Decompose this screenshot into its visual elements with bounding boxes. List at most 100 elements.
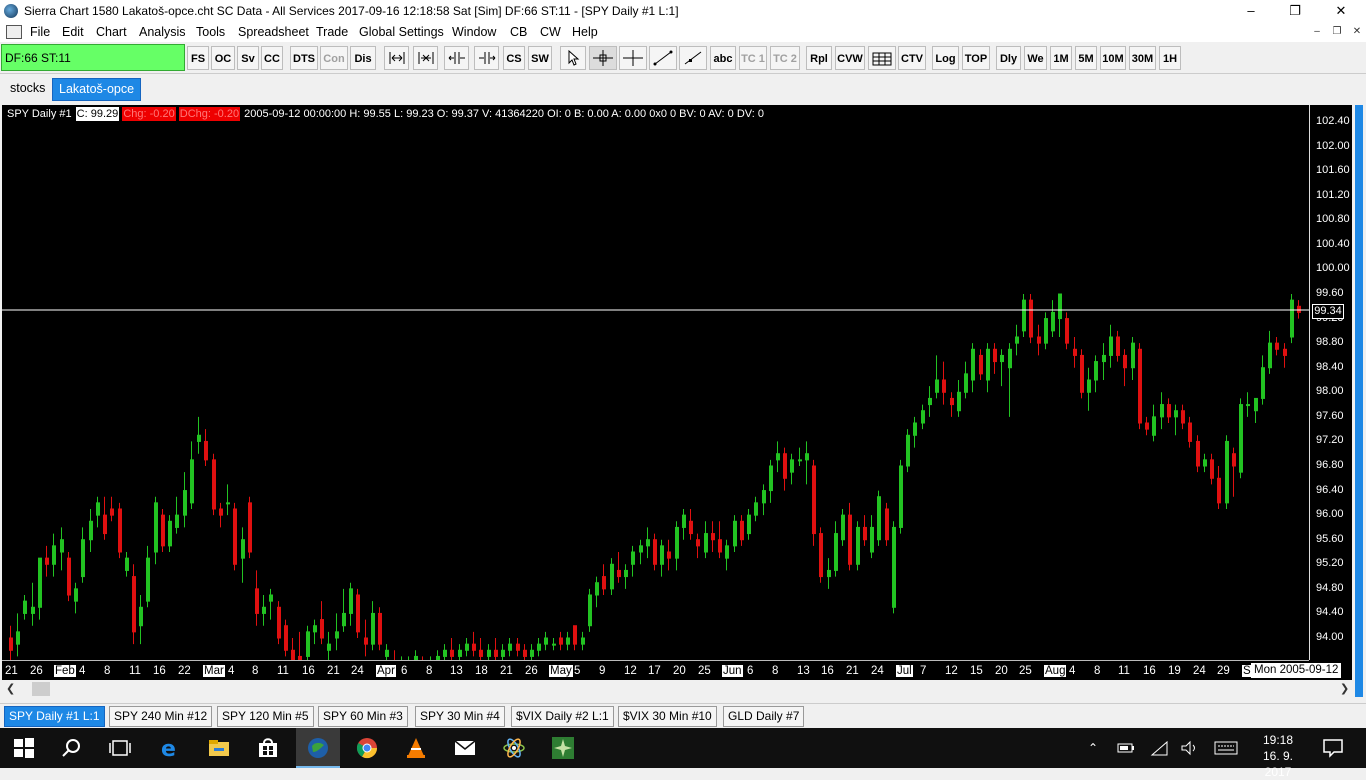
30m-button[interactable]: 30M bbox=[1129, 46, 1156, 70]
scroll-thumb[interactable] bbox=[32, 682, 50, 696]
menu-spreadsheet[interactable]: Spreadsheet bbox=[238, 25, 309, 39]
horizontal-scrollbar[interactable]: ❮ ❯ bbox=[2, 681, 1352, 697]
edge-browser-icon[interactable]: e bbox=[158, 736, 182, 760]
menu-chart[interactable]: Chart bbox=[96, 25, 127, 39]
trade-window-icon[interactable] bbox=[868, 46, 896, 70]
date-axis[interactable]: 21 26 Feb 4 8 11 16 22 Mar 4 8 11 16 21 24 Apr 6 8 13 18 21 2… bbox=[2, 660, 1309, 681]
top-button[interactable]: TOP bbox=[962, 46, 990, 70]
battery-icon[interactable] bbox=[1116, 740, 1136, 756]
show-hidden-icons-icon[interactable]: ⌃ bbox=[1088, 728, 1098, 768]
document-icon[interactable] bbox=[6, 25, 22, 39]
menu-analysis[interactable]: Analysis bbox=[139, 25, 186, 39]
ctv-button[interactable]: CTV bbox=[898, 46, 926, 70]
text-tool-button[interactable]: abc bbox=[710, 46, 736, 70]
vlc-icon[interactable] bbox=[404, 736, 428, 760]
volume-icon[interactable] bbox=[1180, 740, 1200, 756]
line-tool-icon[interactable] bbox=[649, 46, 677, 70]
mail-icon[interactable] bbox=[453, 736, 477, 760]
search-icon[interactable] bbox=[60, 736, 84, 760]
scroll-right-arrow-icon[interactable]: ❯ bbox=[1340, 682, 1349, 695]
file-explorer-icon[interactable] bbox=[207, 736, 231, 760]
keyboard-icon[interactable] bbox=[1214, 740, 1238, 756]
cvw-button[interactable]: CVW bbox=[835, 46, 865, 70]
tc2-button[interactable]: TC 2 bbox=[770, 46, 800, 70]
taskbar-clock[interactable]: 19:18 16. 9. 2017 bbox=[1248, 732, 1308, 780]
scroll-left-arrow-icon[interactable]: ❮ bbox=[6, 682, 15, 695]
chrome-icon[interactable] bbox=[355, 736, 379, 760]
zoom-in-icon[interactable] bbox=[413, 46, 438, 70]
ray-tool-icon[interactable] bbox=[679, 46, 707, 70]
chart-tabs: SPY Daily #1 L:1 SPY 240 Min #12 SPY 120… bbox=[0, 703, 1366, 727]
1h-button[interactable]: 1H bbox=[1159, 46, 1181, 70]
pointer-tool-icon[interactable] bbox=[560, 46, 586, 70]
scroll-left-icon[interactable] bbox=[444, 46, 469, 70]
daily-button[interactable]: Dly bbox=[996, 46, 1021, 70]
chart-tab-spy-daily[interactable]: SPY Daily #1 L:1 bbox=[4, 706, 105, 727]
menu-file[interactable]: File bbox=[30, 25, 50, 39]
sierra-chart-app-icon bbox=[4, 4, 18, 18]
minimize-button[interactable]: – bbox=[1228, 0, 1274, 22]
con-button[interactable]: Con bbox=[320, 46, 348, 70]
weekly-button[interactable]: We bbox=[1024, 46, 1047, 70]
dts-button[interactable]: DTS bbox=[290, 46, 318, 70]
cc-button[interactable]: CC bbox=[261, 46, 283, 70]
price-axis[interactable]: 102.40 102.00 101.60 101.20 100.80 100.40 100.… bbox=[1309, 105, 1353, 660]
chart-tab-spy-30[interactable]: SPY 30 Min #4 bbox=[415, 706, 505, 727]
menu-global-settings[interactable]: Global Settings bbox=[359, 25, 444, 39]
crosshair-tool-icon[interactable] bbox=[589, 46, 617, 70]
mdi-restore-button[interactable]: ❐ bbox=[1328, 24, 1346, 40]
5m-button[interactable]: 5M bbox=[1075, 46, 1097, 70]
menu-window[interactable]: Window bbox=[452, 25, 496, 39]
sw-button[interactable]: SW bbox=[528, 46, 552, 70]
sierra-chart-icon[interactable] bbox=[306, 736, 330, 760]
sv-button[interactable]: Sv bbox=[237, 46, 259, 70]
close-button[interactable]: ✕ bbox=[1318, 0, 1364, 22]
fs-button[interactable]: FS bbox=[187, 46, 209, 70]
mdi-minimize-button[interactable]: – bbox=[1308, 24, 1326, 40]
oc-button[interactable]: OC bbox=[211, 46, 235, 70]
wifi-icon[interactable] bbox=[1150, 740, 1170, 756]
menu-cb[interactable]: CB bbox=[510, 25, 527, 39]
date-axis-day-label: 21 bbox=[5, 665, 18, 677]
candlestick-chart[interactable] bbox=[2, 105, 1309, 660]
chart-tab-spy-60[interactable]: SPY 60 Min #3 bbox=[318, 706, 408, 727]
crosshair-simple-icon[interactable] bbox=[619, 46, 647, 70]
vertical-scrollbar[interactable] bbox=[1352, 105, 1366, 697]
chart-window[interactable]: SPY Daily #1 C: 99.29 Chg: -0.20 DChg: -… bbox=[2, 105, 1352, 680]
dis-button[interactable]: Dis bbox=[350, 46, 376, 70]
chart-tab-vix-daily[interactable]: $VIX Daily #2 L:1 bbox=[511, 706, 614, 727]
candle bbox=[617, 552, 621, 583]
cs-button[interactable]: CS bbox=[503, 46, 525, 70]
menu-tools[interactable]: Tools bbox=[196, 25, 225, 39]
task-view-icon[interactable] bbox=[108, 736, 132, 760]
tab-stocks[interactable]: stocks bbox=[4, 78, 51, 99]
mdi-close-button[interactable]: ✕ bbox=[1348, 24, 1366, 40]
restore-button[interactable]: ❐ bbox=[1272, 0, 1318, 22]
replay-button[interactable]: Rpl bbox=[806, 46, 832, 70]
candle bbox=[552, 638, 556, 651]
menu-edit[interactable]: Edit bbox=[62, 25, 84, 39]
candle bbox=[631, 545, 635, 577]
tab-lakatos-opce[interactable]: Lakatoš-opce bbox=[52, 78, 142, 101]
menu-help[interactable]: Help bbox=[572, 25, 598, 39]
chart-tab-vix-30[interactable]: $VIX 30 Min #10 bbox=[618, 706, 717, 727]
menu-trade[interactable]: Trade bbox=[316, 25, 348, 39]
scale-bar[interactable] bbox=[1355, 105, 1363, 697]
menu-cw[interactable]: CW bbox=[540, 25, 561, 39]
chart-tab-spy-240[interactable]: SPY 240 Min #12 bbox=[109, 706, 213, 727]
notifications-icon[interactable] bbox=[1322, 738, 1344, 758]
zoom-out-icon[interactable] bbox=[384, 46, 409, 70]
chart-tab-spy-120[interactable]: SPY 120 Min #5 bbox=[217, 706, 314, 727]
scroll-right-icon[interactable] bbox=[474, 46, 499, 70]
candle bbox=[1123, 349, 1127, 387]
windows-start-icon[interactable] bbox=[12, 736, 36, 760]
candle-body bbox=[472, 643, 476, 651]
store-icon[interactable] bbox=[256, 736, 280, 760]
app-icon[interactable] bbox=[551, 736, 575, 760]
atom-icon[interactable] bbox=[502, 736, 526, 760]
1m-button[interactable]: 1M bbox=[1050, 46, 1072, 70]
tc1-button[interactable]: TC 1 bbox=[739, 46, 767, 70]
chart-tab-gld-daily[interactable]: GLD Daily #7 bbox=[723, 706, 805, 727]
10m-button[interactable]: 10M bbox=[1100, 46, 1126, 70]
log-scale-button[interactable]: Log bbox=[932, 46, 959, 70]
